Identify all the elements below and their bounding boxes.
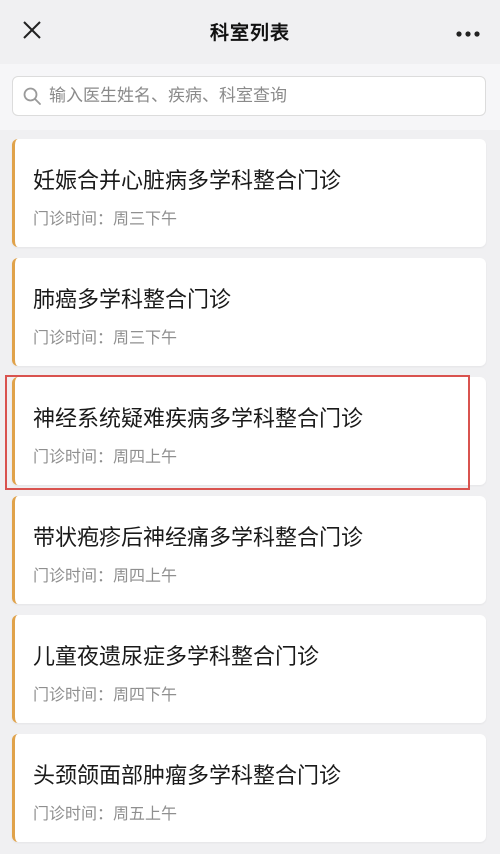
clinic-name: 神经系统疑难疾病多学科整合门诊	[33, 407, 364, 432]
search-icon	[21, 85, 43, 107]
clinic-time: 门诊时间：周四上午	[33, 447, 178, 466]
clinic-name: 肺癌多学科整合门诊	[33, 288, 232, 313]
clinic-name: 头颈颌面部肿瘤多学科整合门诊	[33, 764, 342, 789]
top-bar: 科室列表	[0, 0, 500, 64]
clinic-card-4[interactable]: 儿童夜遗尿症多学科整合门诊 门诊时间：周四下午	[12, 615, 486, 723]
clinic-time: 门诊时间：周五上午	[33, 804, 178, 823]
clinic-card-2[interactable]: 神经系统疑难疾病多学科整合门诊 门诊时间：周四上午	[12, 377, 486, 485]
clinic-time: 门诊时间：周三下午	[33, 328, 178, 347]
clinic-time: 门诊时间：周四下午	[33, 685, 178, 704]
page-title: 科室列表	[209, 22, 290, 44]
search-input[interactable]	[49, 81, 469, 111]
search-bar	[0, 64, 500, 130]
clinic-name: 妊娠合并心脏病多学科整合门诊	[33, 169, 342, 194]
more-icon	[455, 23, 481, 42]
clinic-time: 门诊时间：周三下午	[33, 209, 178, 228]
clinic-name: 儿童夜遗尿症多学科整合门诊	[33, 645, 320, 670]
clinic-time: 门诊时间：周四上午	[33, 566, 178, 585]
clinic-card-3[interactable]: 带状疱疹后神经痛多学科整合门诊 门诊时间：周四上午	[12, 496, 486, 604]
more-button[interactable]	[450, 16, 486, 48]
clinic-name: 带状疱疹后神经痛多学科整合门诊	[33, 526, 364, 551]
clinic-card-1[interactable]: 肺癌多学科整合门诊 门诊时间：周三下午	[12, 258, 486, 366]
clinic-card-5[interactable]: 头颈颌面部肿瘤多学科整合门诊 门诊时间：周五上午	[12, 734, 486, 842]
search-box[interactable]	[12, 76, 486, 116]
clinic-card-0[interactable]: 妊娠合并心脏病多学科整合门诊 门诊时间：周三下午	[12, 139, 486, 247]
